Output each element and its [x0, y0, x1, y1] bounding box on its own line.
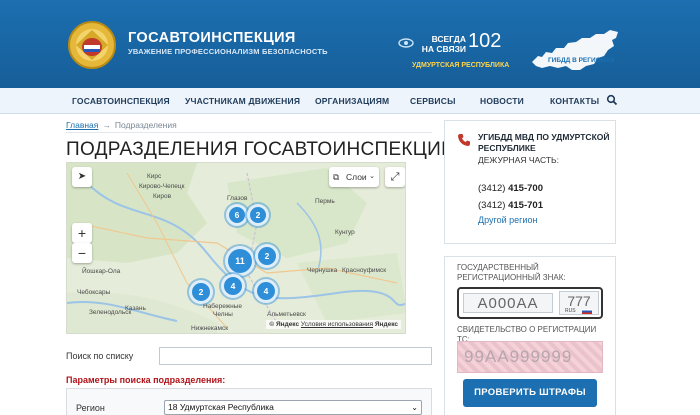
- fullscreen-button[interactable]: ⤢: [385, 167, 405, 187]
- map-cluster-marker[interactable]: 2: [247, 204, 269, 226]
- map-city-label: Йошкар-Ола: [82, 268, 121, 275]
- site-title[interactable]: ГОСАВТОИНСПЕКЦИЯ: [128, 30, 296, 46]
- traffic-police-emblem-icon[interactable]: [66, 20, 118, 70]
- map-cluster-marker[interactable]: 4: [254, 279, 278, 303]
- map-city-label: Глазов: [227, 195, 248, 202]
- chevron-down-icon: ⌄: [369, 173, 375, 180]
- map-cluster-marker[interactable]: 2: [255, 244, 279, 268]
- search-list-input[interactable]: [159, 347, 432, 365]
- chevron-down-icon: ⌄: [411, 403, 418, 412]
- page-title: ПОДРАЗДЕЛЕНИЯ ГОСАВТОИНСПЕКЦИИ: [66, 139, 456, 160]
- department-name: УГИБДД МВД ПО УДМУРТСКОЙ РЕСПУБЛИКЕ: [478, 132, 610, 153]
- phone-icon: [458, 134, 470, 146]
- region-select[interactable]: 18 Удмуртская Республика ⌄: [164, 400, 422, 415]
- search-list-label: Поиск по списку: [66, 351, 134, 361]
- layers-label: Слои: [346, 172, 367, 182]
- map-city-label: Челны: [213, 311, 233, 318]
- regions-map-label[interactable]: ГИБДД В РЕГИОНАХ: [548, 57, 614, 64]
- map-cluster-marker[interactable]: 2: [189, 280, 213, 304]
- eye-icon: [398, 38, 414, 48]
- license-plate-field: А000АА 777 RUS: [457, 287, 603, 319]
- nav-item-contacts[interactable]: КОНТАКТЫ: [550, 96, 599, 106]
- site-header: ГОСАВТОИНСПЕКЦИЯ УВАЖЕНИЕ ПРОФЕССИОНАЛИЗ…: [0, 0, 700, 88]
- map-city-label: Казань: [125, 305, 146, 312]
- layers-icon: ⧉: [333, 172, 340, 182]
- site-slogan: УВАЖЕНИЕ ПРОФЕССИОНАЛИЗМ БЕЗОПАСНОСТЬ: [128, 47, 328, 56]
- main-nav: ГОСАВТОИНСПЕКЦИЯ УЧАСТНИКАМ ДВИЖЕНИЯ ОРГ…: [0, 88, 700, 114]
- duty-label: ДЕЖУРНАЯ ЧАСТЬ:: [478, 155, 559, 165]
- map-city-label: Пермь: [315, 198, 335, 205]
- plate-number-input[interactable]: А000АА: [463, 293, 553, 313]
- russia-flag-icon: [582, 309, 592, 314]
- nav-item-gosavtoinspekciya[interactable]: ГОСАВТОИНСПЕКЦИЯ: [72, 96, 170, 106]
- breadcrumb-divider: [66, 132, 432, 133]
- duty-phone-2[interactable]: (3412) 415-701: [478, 200, 543, 211]
- map-city-label: Красноуфимск: [342, 267, 387, 274]
- plate-region-input[interactable]: 777 RUS: [559, 291, 599, 315]
- map-cluster-marker[interactable]: 6: [226, 204, 248, 226]
- zoom-out-button[interactable]: −: [72, 243, 92, 263]
- check-fines-button[interactable]: ПРОВЕРИТЬ ШТРАФЫ: [463, 379, 597, 407]
- yandex-logo[interactable]: Яндекс: [375, 321, 398, 328]
- map-city-label: Чернушка: [307, 267, 338, 274]
- map-city-label: Кунгур: [335, 229, 355, 236]
- certificate-input[interactable]: 99АА999999: [457, 341, 603, 373]
- plate-country-label: RUS: [565, 308, 576, 314]
- other-region-link[interactable]: Другой регион: [478, 215, 537, 225]
- nav-item-services[interactable]: СЕРВИСЫ: [410, 96, 456, 106]
- nav-item-organizations[interactable]: ОРГАНИЗАЦИЯМ: [315, 96, 389, 106]
- search-icon[interactable]: [606, 94, 618, 106]
- map-city-label: Кирс: [147, 173, 162, 180]
- emergency-phone[interactable]: 102: [468, 30, 501, 53]
- layers-button[interactable]: ⧉ Слои ⌄: [329, 167, 379, 187]
- map-city-label: Альметьевск: [267, 311, 306, 318]
- map-terms-link[interactable]: Условия использования: [301, 321, 373, 328]
- russia-map-icon[interactable]: [528, 26, 622, 76]
- breadcrumb-home-link[interactable]: Главная: [66, 120, 98, 130]
- map-cluster-marker[interactable]: 11: [225, 246, 255, 276]
- nav-item-road-users[interactable]: УЧАСТНИКАМ ДВИЖЕНИЯ: [185, 96, 300, 106]
- map-city-label: Чебоксары: [77, 289, 111, 296]
- always-online-label: ВСЕГДА НА СВЯЗИ: [421, 34, 466, 54]
- plate-label: ГОСУДАРСТВЕННЫЙ РЕГИСТРАЦИОННЫЙ ЗНАК:: [457, 263, 566, 282]
- nav-item-news[interactable]: НОВОСТИ: [480, 96, 524, 106]
- breadcrumb: Главная → Подразделения: [66, 120, 177, 130]
- map-city-label: Киров: [153, 193, 172, 200]
- search-params-title: Параметры поиска подразделения:: [66, 375, 226, 385]
- region-select-value: 18 Удмуртская Республика: [168, 402, 274, 412]
- zoom-in-button[interactable]: +: [72, 223, 92, 243]
- contact-card: УГИБДД МВД ПО УДМУРТСКОЙ РЕСПУБЛИКЕ ДЕЖУ…: [444, 120, 616, 244]
- duty-phone-1[interactable]: (3412) 415-700: [478, 183, 543, 194]
- map-city-label: Кирово-Чепецк: [139, 183, 185, 190]
- map-attribution: © Яндекс Условия использования Яндекс: [266, 320, 401, 329]
- breadcrumb-separator: →: [102, 120, 111, 130]
- header-region: УДМУРТСКАЯ РЕСПУБЛИКА: [412, 62, 510, 69]
- geolocation-button[interactable]: ➤: [72, 167, 92, 187]
- departments-map[interactable]: ➤ ⧉ Слои ⌄ ⤢ + − Кирс Кирово-Чепецк Киро…: [66, 162, 406, 334]
- fines-check-card: ГОСУДАРСТВЕННЫЙ РЕГИСТРАЦИОННЫЙ ЗНАК: А0…: [444, 256, 616, 415]
- map-city-label: Нижнекамск: [191, 325, 229, 332]
- breadcrumb-current: Подразделения: [114, 120, 177, 130]
- map-city-label: Набережные: [203, 303, 242, 310]
- map-cluster-marker[interactable]: 4: [221, 274, 245, 298]
- region-label: Регион: [76, 403, 105, 413]
